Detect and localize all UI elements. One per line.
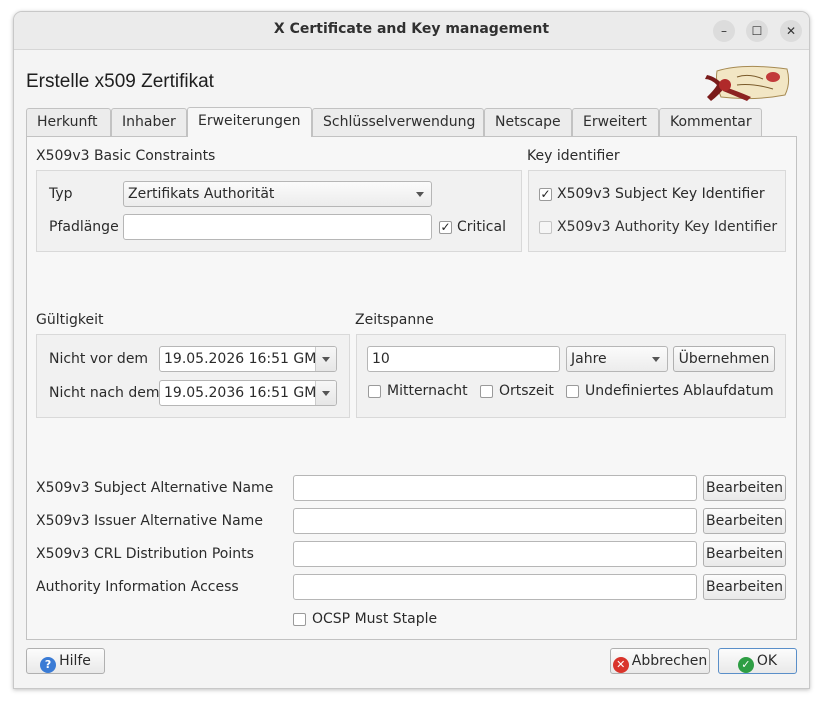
minimize-button[interactable]: – xyxy=(713,20,735,42)
subject-key-identifier-checkbox[interactable]: ✓ xyxy=(539,188,552,201)
not-after-label: Nicht nach dem xyxy=(49,385,160,401)
ian-label: X509v3 Issuer Alternative Name xyxy=(36,513,263,529)
key-identifier-title: Key identifier xyxy=(527,148,620,164)
timespan-title: Zeitspanne xyxy=(355,312,434,328)
localtime-label: Ortszeit xyxy=(499,383,554,399)
aia-input[interactable] xyxy=(293,574,697,600)
help-label: Hilfe xyxy=(59,653,91,669)
ian-input[interactable] xyxy=(293,508,697,534)
type-label: Typ xyxy=(49,186,73,202)
basic-constraints-title: X509v3 Basic Constraints xyxy=(36,148,216,164)
subject-key-identifier-label: X509v3 Subject Key Identifier xyxy=(557,186,765,202)
crl-edit-button[interactable]: Bearbeiten xyxy=(703,541,786,567)
chevron-down-icon xyxy=(322,391,330,396)
minimize-icon: – xyxy=(721,24,727,38)
pathlen-label: Pfadlänge xyxy=(49,219,119,235)
close-icon: ✕ xyxy=(785,24,797,38)
undefined-expiry-label: Undefiniertes Ablaufdatum xyxy=(585,383,774,399)
san-edit-button[interactable]: Bearbeiten xyxy=(703,475,786,501)
timespan-unit-value: Jahre xyxy=(571,351,607,367)
ok-button[interactable]: ✓ OK xyxy=(718,648,797,674)
tab-herkunft[interactable]: Herkunft xyxy=(26,108,111,136)
apply-button[interactable]: Übernehmen xyxy=(673,346,775,372)
crl-label: X509v3 CRL Distribution Points xyxy=(36,546,254,562)
validity-title: Gültigkeit xyxy=(36,312,104,328)
type-select-value: Zertifikats Authorität xyxy=(128,186,275,202)
tab-kommentar[interactable]: Kommentar xyxy=(659,108,762,136)
maximize-button[interactable]: ☐ xyxy=(746,20,768,42)
ok-icon: ✓ xyxy=(737,657,754,673)
key-identifier-group: ✓ X509v3 Subject Key Identifier X509v3 A… xyxy=(528,170,786,252)
tab-erweitert[interactable]: Erweitert xyxy=(572,108,659,136)
midnight-label: Mitternacht xyxy=(387,383,468,399)
critical-label: Critical xyxy=(457,219,506,235)
aia-label: Authority Information Access xyxy=(36,579,239,595)
timespan-group: 10 Jahre Übernehmen Mitternacht Ortszeit… xyxy=(356,334,786,418)
not-after-value: 19.05.2036 16:51 GMT xyxy=(164,385,325,401)
not-after-datetime[interactable]: 19.05.2036 16:51 GMT xyxy=(159,380,337,406)
not-before-datetime[interactable]: 19.05.2026 16:51 GMT xyxy=(159,346,337,372)
undefined-expiry-checkbox[interactable] xyxy=(566,385,579,398)
dialog-window: X Certificate and Key management – ☐ ✕ E… xyxy=(13,11,810,689)
chevron-down-icon xyxy=(416,192,424,197)
authority-key-identifier-checkbox[interactable] xyxy=(539,221,552,234)
ocsp-must-staple-checkbox[interactable] xyxy=(293,613,306,626)
help-icon: ? xyxy=(40,657,57,673)
xca-logo-icon xyxy=(705,65,790,101)
cancel-icon: ✕ xyxy=(612,657,629,673)
page-title: Erstelle x509 Zertifikat xyxy=(26,71,214,92)
cancel-button[interactable]: ✕ Abbrechen xyxy=(610,648,710,674)
ok-label: OK xyxy=(756,653,778,669)
not-before-value: 19.05.2026 16:51 GMT xyxy=(164,351,325,367)
chevron-down-icon xyxy=(652,357,660,362)
cancel-label: Abbrechen xyxy=(631,653,708,669)
crl-input[interactable] xyxy=(293,541,697,567)
timespan-unit-select[interactable]: Jahre xyxy=(566,346,668,372)
not-before-label: Nicht vor dem xyxy=(49,351,149,367)
tab-erweiterungen[interactable]: Erweiterungen xyxy=(187,107,312,137)
not-after-dropdown-button[interactable] xyxy=(315,381,336,405)
ocsp-must-staple-label: OCSP Must Staple xyxy=(312,611,438,627)
close-button[interactable]: ✕ xyxy=(780,20,802,42)
validity-group: Nicht vor dem 19.05.2026 16:51 GMT Nicht… xyxy=(36,334,350,418)
localtime-checkbox[interactable] xyxy=(480,385,493,398)
san-input[interactable] xyxy=(293,475,697,501)
san-label: X509v3 Subject Alternative Name xyxy=(36,480,274,496)
title-bar: X Certificate and Key management – ☐ ✕ xyxy=(14,12,809,50)
basic-constraints-group: Typ Zertifikats Authorität Pfadlänge ✓ C… xyxy=(36,170,522,252)
aia-edit-button[interactable]: Bearbeiten xyxy=(703,574,786,600)
type-select[interactable]: Zertifikats Authorität xyxy=(123,181,432,207)
window-title: X Certificate and Key management xyxy=(273,21,550,37)
tab-schluesselverwendung[interactable]: Schlüsselverwendung xyxy=(312,108,484,136)
ian-edit-button[interactable]: Bearbeiten xyxy=(703,508,786,534)
tab-inhaber[interactable]: Inhaber xyxy=(111,108,187,136)
authority-key-identifier-label: X509v3 Authority Key Identifier xyxy=(557,219,778,235)
maximize-icon: ☐ xyxy=(751,24,763,38)
pathlen-input[interactable] xyxy=(123,214,432,240)
timespan-input[interactable]: 10 xyxy=(367,346,560,372)
critical-checkbox[interactable]: ✓ xyxy=(439,221,452,234)
chevron-down-icon xyxy=(322,357,330,362)
help-button[interactable]: ? Hilfe xyxy=(26,648,105,674)
midnight-checkbox[interactable] xyxy=(368,385,381,398)
extensions-panel: X509v3 Basic Constraints Typ Zertifikats… xyxy=(26,136,797,640)
tab-netscape[interactable]: Netscape xyxy=(484,108,572,136)
not-before-dropdown-button[interactable] xyxy=(315,347,336,371)
